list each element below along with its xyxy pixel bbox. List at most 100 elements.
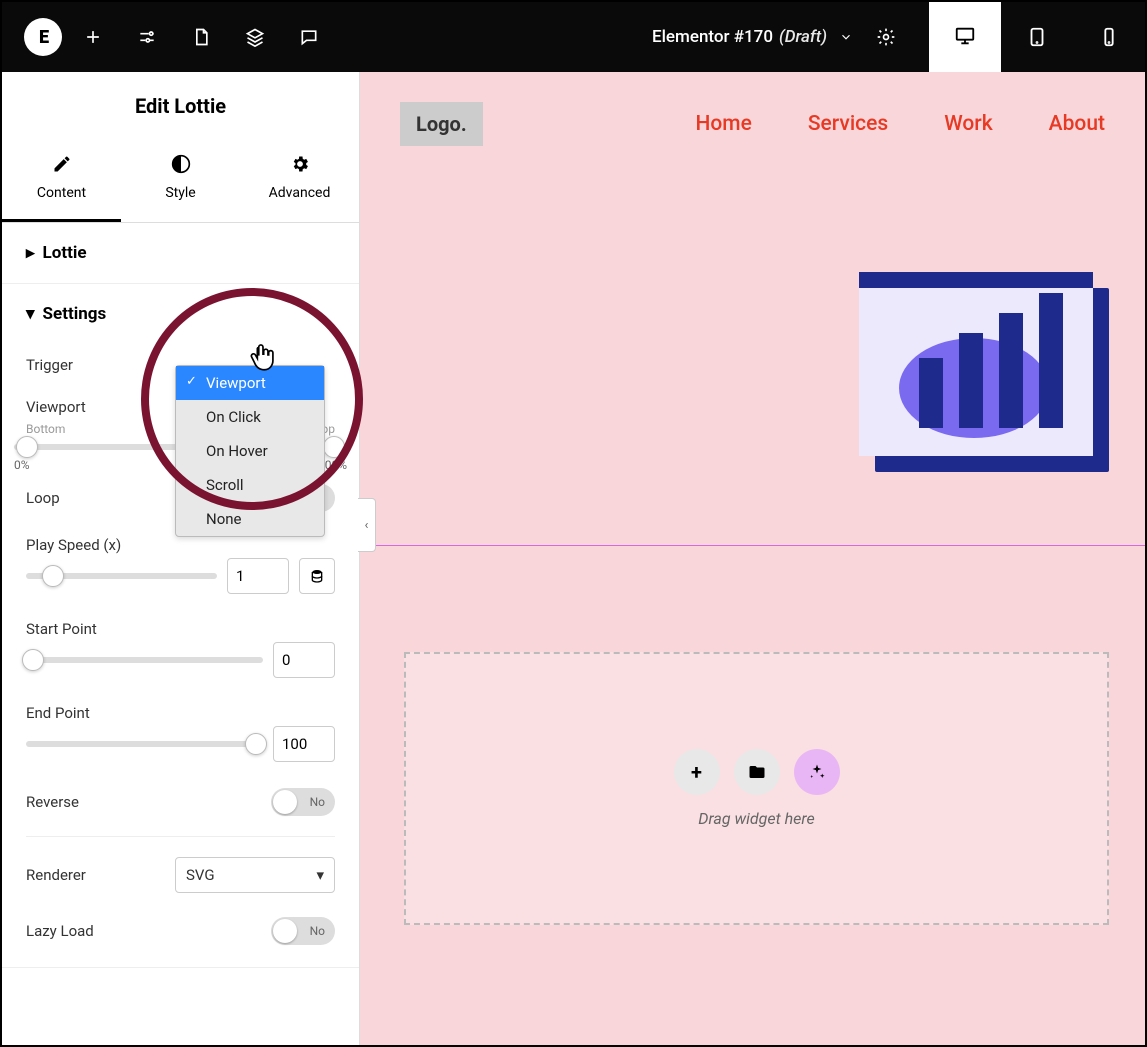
section-title: Lottie (43, 243, 87, 263)
play-speed-unit-button[interactable] (299, 558, 335, 594)
tab-label: Style (165, 185, 195, 201)
viewport-bottom-label: Bottom (26, 422, 65, 436)
field-renderer: Renderer SVG ▾ (26, 836, 335, 905)
toggle-knob (273, 919, 297, 943)
viewport-min: 0% (14, 458, 30, 472)
tablet-device-button[interactable] (1001, 2, 1073, 72)
topbar-left: E (2, 14, 332, 60)
caret-down-icon: ▾ (26, 304, 35, 324)
site-nav: Home Services Work About (695, 112, 1105, 136)
sidebar-collapse-handle[interactable]: ‹ (358, 498, 376, 552)
caret-down-icon: ▾ (316, 866, 324, 884)
field-label: Lazy Load (26, 922, 94, 940)
tab-advanced[interactable]: Advanced (240, 140, 359, 222)
renderer-select[interactable]: SVG ▾ (175, 857, 335, 893)
widget-drop-zone[interactable]: + Drag widget here (404, 652, 1109, 925)
section-header-lottie[interactable]: ▸ Lottie (2, 223, 359, 283)
play-speed-slider[interactable] (26, 573, 217, 579)
nav-services[interactable]: Services (808, 112, 888, 136)
editor-sidebar: Edit Lottie Content Style Advanced ▸ (2, 72, 360, 1045)
canvas: Logo. Home Services Work About (360, 72, 1145, 1045)
settings-body: Trigger Viewport On Click On Hover Scrol… (2, 344, 359, 967)
trigger-option-viewport[interactable]: Viewport (176, 366, 324, 400)
slider-thumb[interactable] (245, 733, 267, 755)
main: Edit Lottie Content Style Advanced ▸ (2, 72, 1145, 1045)
end-point-input[interactable] (273, 726, 335, 762)
tab-style[interactable]: Style (121, 140, 240, 222)
toggle-knob (273, 790, 297, 814)
layers-icon[interactable] (232, 14, 278, 60)
site-header: Logo. Home Services Work About (400, 102, 1105, 146)
viewport-slider-thumb-left[interactable] (16, 436, 38, 458)
section-title: Settings (43, 304, 107, 324)
field-label: Renderer (26, 866, 86, 884)
nav-about[interactable]: About (1049, 112, 1105, 136)
section-settings: ▾ Settings Trigger Viewport On Click On … (2, 284, 359, 968)
lottie-widget[interactable] (859, 272, 1109, 472)
viewport-slider-thumb-right[interactable] (323, 436, 345, 458)
add-element-button[interactable] (70, 14, 116, 60)
folder-button[interactable] (734, 749, 780, 795)
document-title[interactable]: Elementor #170 (Draft) (652, 27, 853, 47)
start-point-input[interactable] (273, 642, 335, 678)
trigger-dropdown-menu: Viewport On Click On Hover Scroll None (175, 365, 325, 537)
doc-name: Elementor #170 (652, 27, 773, 47)
drop-actions: + (674, 749, 840, 795)
field-label: Play Speed (x) (26, 536, 121, 554)
toggle-label: No (310, 924, 325, 938)
reverse-toggle[interactable]: No (271, 788, 335, 816)
tab-label: Content (37, 185, 86, 201)
section-divider (360, 545, 1145, 546)
renderer-value: SVG (186, 866, 215, 884)
tab-content[interactable]: Content (2, 140, 121, 222)
trigger-option-none[interactable]: None (176, 502, 324, 536)
nav-home[interactable]: Home (695, 112, 751, 136)
mobile-device-button[interactable] (1073, 2, 1145, 72)
play-speed-input[interactable] (227, 558, 289, 594)
field-start-point: Start Point (26, 608, 335, 692)
trigger-option-onhover[interactable]: On Hover (176, 434, 324, 468)
trigger-option-scroll[interactable]: Scroll (176, 468, 324, 502)
start-point-slider[interactable] (26, 657, 263, 663)
contrast-icon (171, 154, 191, 174)
lazy-load-toggle[interactable]: No (271, 917, 335, 945)
field-label: Loop (26, 489, 60, 507)
end-point-slider[interactable] (26, 741, 263, 747)
field-label: Trigger (26, 356, 73, 374)
field-label: Reverse (26, 793, 79, 811)
chevron-down-icon (839, 30, 853, 44)
field-trigger: Trigger Viewport On Click On Hover Scrol… (26, 344, 335, 386)
add-widget-button[interactable]: + (674, 749, 720, 795)
doc-status: (Draft) (779, 27, 827, 47)
nav-work[interactable]: Work (944, 112, 992, 136)
caret-right-icon: ▸ (26, 243, 35, 263)
topbar: E Elementor #170 (Draft) (2, 2, 1145, 72)
section-lottie: ▸ Lottie (2, 223, 359, 284)
panel-title: Edit Lottie (2, 72, 359, 140)
field-lazy-load: Lazy Load No (26, 905, 335, 957)
ai-magic-button[interactable] (794, 749, 840, 795)
chart-bars (919, 293, 1063, 428)
toggle-label: No (310, 795, 325, 809)
drop-hint-text: Drag widget here (698, 809, 814, 828)
field-reverse: Reverse No (26, 776, 335, 828)
field-end-point: End Point (26, 692, 335, 776)
chat-icon[interactable] (286, 14, 332, 60)
field-label: Viewport (26, 398, 86, 416)
tab-label: Advanced (269, 185, 331, 201)
topbar-center: Elementor #170 (Draft) (332, 14, 929, 60)
document-icon[interactable] (178, 14, 224, 60)
chart-window (859, 272, 1093, 456)
slider-thumb[interactable] (22, 649, 44, 671)
pencil-icon (52, 154, 72, 174)
trigger-option-onclick[interactable]: On Click (176, 400, 324, 434)
elementor-logo[interactable]: E (24, 18, 62, 56)
section-header-settings[interactable]: ▾ Settings (2, 284, 359, 344)
slider-thumb[interactable] (42, 565, 64, 587)
site-logo[interactable]: Logo. (400, 102, 483, 146)
field-label: Start Point (26, 620, 97, 638)
settings-sliders-icon[interactable] (124, 14, 170, 60)
device-switcher (929, 2, 1145, 72)
page-settings-icon[interactable] (863, 14, 909, 60)
desktop-device-button[interactable] (929, 2, 1001, 72)
